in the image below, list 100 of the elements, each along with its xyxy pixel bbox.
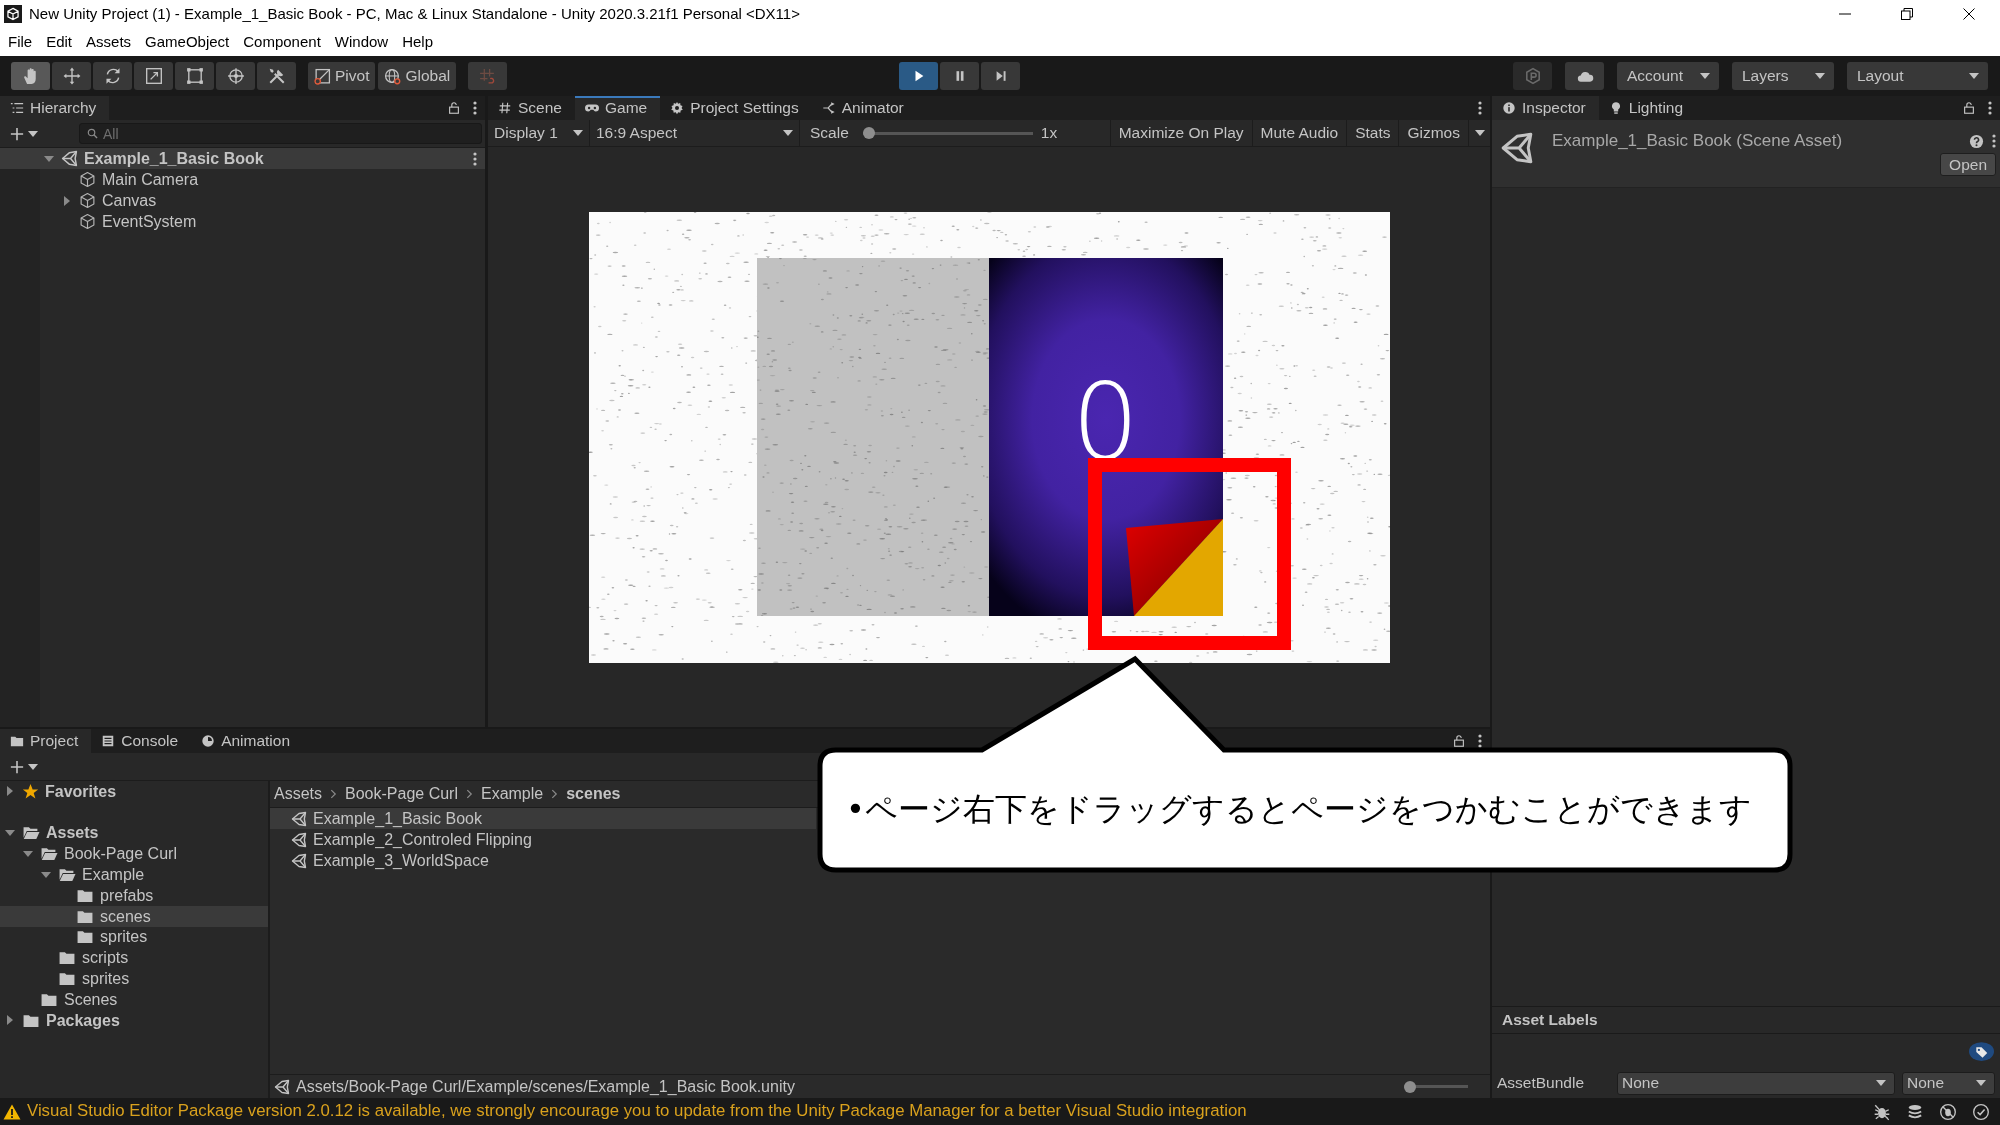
menu-item[interactable]: File (1, 31, 40, 53)
tree-arrow-icon[interactable] (5, 1015, 15, 1026)
display-dropdown[interactable]: Display 1 (488, 120, 590, 146)
toolbar-dropdown[interactable]: Layers (1732, 62, 1834, 90)
kebab-menu-icon[interactable] (1478, 101, 1482, 115)
panel-tab[interactable]: Project (0, 729, 92, 753)
tree-arrow-icon[interactable] (5, 828, 15, 838)
scene-asset-item[interactable]: Example_3_WorldSpace (270, 850, 816, 871)
rect-handles-icon (185, 67, 204, 85)
kebab-menu-icon[interactable] (1988, 101, 1992, 115)
open-button[interactable]: Open (1940, 153, 1996, 177)
crossed-tools-icon (267, 67, 286, 85)
lock-icon[interactable] (1962, 101, 1976, 115)
menu-item[interactable]: Component (236, 31, 328, 53)
scene-row[interactable]: Example_1_Basic Book (0, 148, 485, 169)
custom-tool-button[interactable] (257, 62, 296, 90)
panel-tab[interactable]: Scene (488, 96, 575, 120)
chevron-icon (465, 788, 473, 800)
toolbar-button[interactable]: Maximize On Play (1109, 120, 1252, 146)
check-circle-icon[interactable] (1972, 1102, 1990, 1121)
crossed-bug-icon[interactable] (1939, 1102, 1957, 1121)
menu-item[interactable]: Edit (39, 31, 80, 53)
asset-bundle-dropdown[interactable]: None (1617, 1071, 1895, 1095)
tree-arrow-icon[interactable] (23, 848, 33, 859)
menu-item[interactable]: GameObject (138, 31, 237, 53)
hand-tool-button[interactable] (11, 62, 50, 90)
cloud-button[interactable] (1565, 62, 1604, 90)
menu-item[interactable]: Window (327, 31, 396, 53)
tag-icon[interactable] (1969, 1041, 1994, 1061)
panel-tab[interactable]: Project Settings (660, 96, 812, 120)
breadcrumb-item[interactable]: Assets (274, 784, 322, 804)
caret-icon (783, 130, 793, 136)
tree-arrow-icon[interactable] (5, 786, 15, 797)
step-button[interactable] (981, 62, 1020, 90)
page-number: 0 (1070, 368, 1141, 475)
panel-tab[interactable]: Inspector (1492, 96, 1599, 120)
rotate-tool-button[interactable] (93, 62, 132, 90)
pivot-button[interactable]: Pivot (308, 62, 376, 90)
global-button[interactable]: Global (378, 62, 457, 90)
transform-tool-button[interactable] (216, 62, 255, 90)
panel-tab[interactable]: Hierarchy (0, 96, 110, 120)
caret-icon (28, 763, 38, 770)
breadcrumb-item[interactable]: Example (480, 784, 544, 804)
tree-arrow-icon[interactable] (44, 153, 54, 164)
slider-thumb[interactable] (1404, 1080, 1416, 1093)
status-message[interactable]: Visual Studio Editor Package version 2.0.12 is available, we strongly encourage you to update from the Unity Package Manager for a better Visual Studio integration (27, 1101, 1247, 1122)
folder-item[interactable]: Example (0, 864, 268, 885)
toolbar-dropdown[interactable]: Account (1617, 62, 1719, 90)
lock-icon[interactable] (1452, 734, 1466, 748)
folder-item[interactable]: sprites (0, 968, 268, 989)
pause-button[interactable] (940, 62, 979, 90)
toolbar-dropdown[interactable]: Layout (1847, 62, 1988, 90)
menu-item[interactable]: Assets (79, 31, 139, 53)
scene-asset-item[interactable]: Example_1_Basic Book (270, 808, 816, 829)
collab-button[interactable] (1513, 62, 1552, 90)
hierarchy-item[interactable]: EventSystem (0, 211, 485, 232)
move-tool-button[interactable] (52, 62, 91, 90)
panel-tab[interactable]: Animation (191, 729, 304, 753)
scene-asset-item[interactable]: Example_2_Controled Flipping (270, 829, 816, 850)
open-folder-icon (40, 845, 58, 863)
aspect-dropdown[interactable]: 16:9 Aspect (590, 120, 800, 146)
play-button[interactable] (899, 62, 938, 90)
folder-item[interactable]: scripts (0, 947, 268, 969)
hierarchy-item[interactable]: Canvas (0, 190, 485, 211)
folder-item[interactable]: scenes (0, 905, 268, 927)
toolbar-button[interactable]: Gizmos (1398, 120, 1468, 146)
bug-icon[interactable] (1873, 1102, 1891, 1121)
variant-dropdown[interactable]: None (1902, 1071, 1995, 1095)
help-icon[interactable] (1969, 133, 1984, 149)
panel-tab[interactable]: Lighting (1598, 96, 1697, 120)
folder-item[interactable]: sprites (0, 926, 268, 948)
favorites-item[interactable]: Favorites (0, 781, 268, 802)
panel-tab[interactable]: Game (574, 96, 661, 120)
kebab-menu-icon[interactable] (1992, 134, 1996, 149)
folder-item[interactable]: Book-Page Curl (0, 843, 268, 865)
breadcrumb-item[interactable]: scenes (566, 784, 621, 804)
toolbar-button[interactable]: Stats (1346, 120, 1399, 146)
kebab-menu-icon[interactable] (473, 151, 477, 166)
pivot-icon (314, 67, 331, 85)
slider-thumb[interactable] (862, 127, 875, 139)
breadcrumb-item[interactable]: Book-Page Curl (345, 784, 458, 804)
folder-item[interactable]: prefabs (0, 885, 268, 906)
scale-tool-button[interactable] (134, 62, 173, 90)
kebab-menu-icon[interactable] (473, 101, 477, 115)
tree-arrow-icon[interactable] (41, 869, 51, 880)
search-field[interactable]: All (79, 123, 482, 144)
lock-icon[interactable] (447, 101, 461, 115)
menu-item[interactable]: Help (395, 31, 441, 53)
panel-tab[interactable]: Console (91, 729, 192, 753)
panel-tab[interactable]: Animator (811, 96, 917, 120)
toolbar-button[interactable]: Mute Audio (1251, 120, 1347, 146)
folder-item[interactable]: Packages (0, 1009, 268, 1031)
tree-arrow-icon[interactable] (62, 195, 72, 206)
rect-tool-button[interactable] (175, 62, 214, 90)
folder-item[interactable]: Scenes (0, 988, 268, 1010)
chevron-icon (330, 788, 337, 800)
folder-item[interactable]: Assets (0, 822, 268, 844)
kebab-menu-icon[interactable] (1478, 734, 1482, 748)
hierarchy-item[interactable]: Main Camera (0, 169, 485, 190)
stack-icon[interactable] (1906, 1102, 1924, 1121)
